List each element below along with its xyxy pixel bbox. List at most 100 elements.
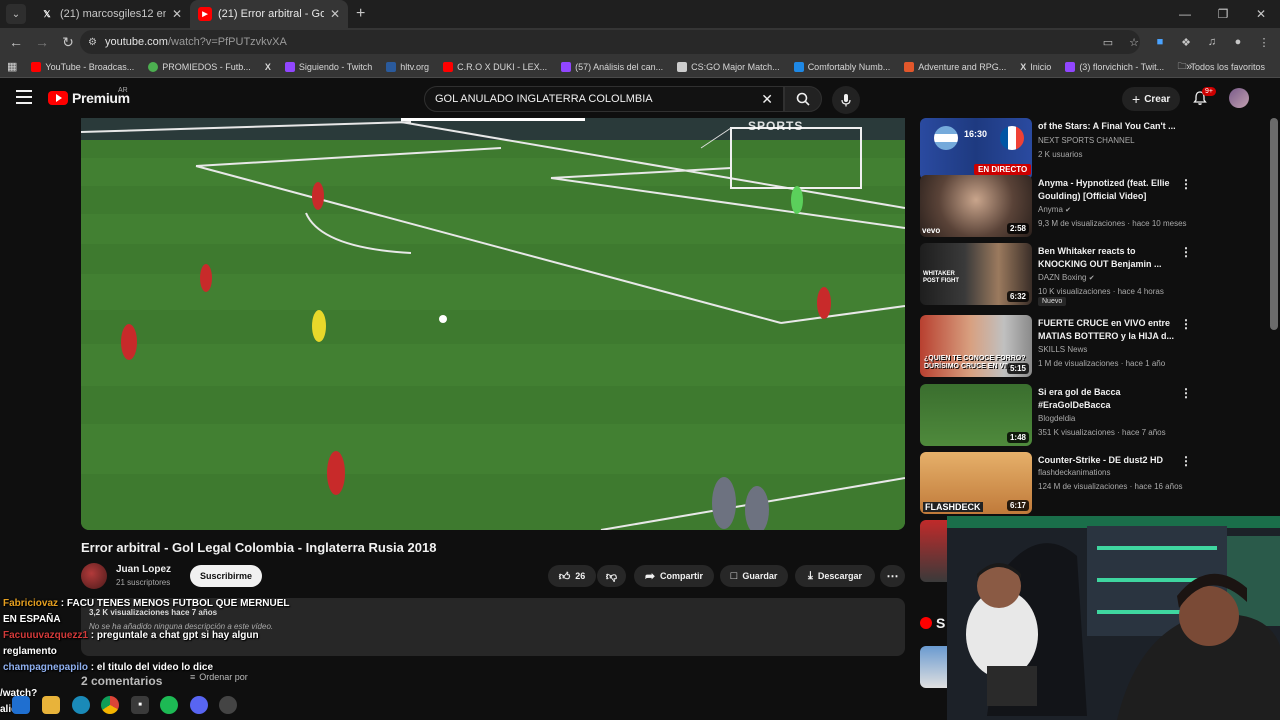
bookmark-item[interactable]: (57) Análisis del can... bbox=[554, 61, 670, 72]
extension-icon[interactable]: ■ bbox=[1150, 32, 1170, 52]
bookmark-item[interactable]: Siguiendo - Twitch bbox=[278, 61, 379, 72]
channel-avatar[interactable] bbox=[81, 563, 107, 589]
dislike-button[interactable]: 👎︎ bbox=[597, 565, 626, 587]
file-explorer-icon[interactable] bbox=[42, 696, 60, 714]
rec-title[interactable]: Si era gol de Bacca #EraGolDeBacca bbox=[1038, 386, 1178, 412]
media-icon[interactable]: ♫ bbox=[1202, 32, 1222, 52]
rec-title[interactable]: of the Stars: A Final You Can't ... bbox=[1038, 120, 1178, 133]
forward-icon[interactable]: → bbox=[30, 30, 54, 54]
video-thumbnail[interactable]: WHITAKER POST FIGHT 6:32 bbox=[920, 243, 1032, 305]
rec-more-icon[interactable]: ⋮ bbox=[1180, 317, 1192, 331]
video-thumbnail[interactable]: 16:30 EN DIRECTO bbox=[920, 118, 1032, 180]
partial-thumbnail[interactable] bbox=[920, 520, 950, 582]
chrome-icon[interactable] bbox=[101, 696, 119, 714]
bookmark-item[interactable]: Adventure and RPG... bbox=[897, 61, 1013, 72]
restore-icon[interactable]: ❐ bbox=[1204, 0, 1242, 28]
more-actions-button[interactable]: ⋯ bbox=[880, 565, 905, 587]
like-button[interactable]: 👍︎ 26 bbox=[548, 565, 596, 587]
menu-icon[interactable] bbox=[16, 90, 32, 104]
create-button[interactable]: + Crear bbox=[1122, 87, 1181, 111]
rec-more-icon[interactable]: ⋮ bbox=[1180, 386, 1192, 400]
tab-x-post[interactable]: 𝕏 (21) marcosgiles12 en X: "Corte ✕ bbox=[32, 0, 190, 28]
video-frame bbox=[81, 118, 905, 530]
video-thumbnail[interactable]: ¿QUIEN TE CONOCE FORRO? DURÍSIMO CRUCE E… bbox=[920, 315, 1032, 377]
bookmark-item[interactable]: hltv.org bbox=[379, 61, 436, 72]
bookmark-label: (57) Análisis del can... bbox=[575, 61, 664, 72]
channel-name[interactable]: Juan Lopez bbox=[116, 564, 171, 575]
search-input[interactable]: GOL ANULADO INGLATERRA COLOLMBIA ✕ bbox=[424, 86, 784, 112]
spotify-icon[interactable] bbox=[160, 696, 178, 714]
folder-icon: 🗀 bbox=[1177, 60, 1187, 71]
video-thumbnail[interactable]: vevo 2:58 bbox=[920, 175, 1032, 237]
rec-channel-name: Anyma bbox=[1038, 205, 1063, 214]
tab-search-chevron-icon[interactable]: ⌄ bbox=[6, 4, 26, 24]
recommendation-item[interactable]: 16:30 EN DIRECTO of the Stars: A Final Y… bbox=[920, 118, 1270, 180]
recommendation-item[interactable]: ¿QUIEN TE CONOCE FORRO? DURÍSIMO CRUCE E… bbox=[920, 315, 1270, 377]
save-button[interactable]: □ Guardar bbox=[720, 565, 788, 587]
subscribe-button[interactable]: Suscribirme bbox=[190, 565, 262, 587]
youtube-premium-logo[interactable]: Premium AR bbox=[48, 87, 130, 106]
rec-title[interactable]: FUERTE CRUCE en VIVO entre MATIAS BOTTER… bbox=[1038, 317, 1178, 343]
video-thumbnail[interactable]: 1:48 bbox=[920, 384, 1032, 446]
recommendation-item[interactable]: 1:48 Si era gol de Bacca #EraGolDeBacca … bbox=[920, 384, 1270, 446]
rec-more-icon[interactable]: ⋮ bbox=[1180, 454, 1192, 468]
minimize-icon[interactable]: — bbox=[1166, 0, 1204, 28]
account-avatar[interactable] bbox=[1229, 88, 1249, 108]
voice-search-button[interactable] bbox=[832, 86, 860, 114]
all-bookmarks-folder[interactable]: 🗀 Todos los favoritos bbox=[1170, 59, 1272, 75]
tab-close-icon[interactable]: ✕ bbox=[172, 7, 182, 21]
kebab-menu-icon[interactable]: ⋮ bbox=[1254, 32, 1274, 52]
video-player[interactable]: SPORTS bbox=[81, 118, 905, 530]
recommendation-item[interactable]: FLASHDECK 6:17 Counter-Strike - DE dust2… bbox=[920, 452, 1270, 514]
video-thumbnail[interactable]: FLASHDECK 6:17 bbox=[920, 452, 1032, 514]
close-window-icon[interactable]: ✕ bbox=[1242, 0, 1280, 28]
reload-icon[interactable]: ↻ bbox=[56, 30, 80, 54]
new-tab-icon[interactable]: + bbox=[356, 5, 365, 23]
bookmark-item[interactable]: YouTube - Broadcas... bbox=[24, 61, 141, 72]
youtube-icon bbox=[443, 61, 454, 72]
edge-icon[interactable] bbox=[72, 696, 90, 714]
bookmark-item[interactable]: (3) florvichich - Twit... bbox=[1058, 61, 1171, 72]
bookmark-item[interactable]: X Inicio bbox=[1013, 62, 1058, 72]
bookmark-item[interactable]: X bbox=[258, 62, 278, 72]
discord-icon[interactable] bbox=[190, 696, 208, 714]
url-bar[interactable]: ⚙ youtube.com/watch?v=PfPUTzvkvXA bbox=[80, 30, 1140, 54]
back-icon[interactable]: ← bbox=[4, 30, 28, 54]
rec-channel[interactable]: NEXT SPORTS CHANNEL bbox=[1038, 136, 1135, 145]
recommendation-item[interactable]: WHITAKER POST FIGHT 6:32 Ben Whitaker re… bbox=[920, 243, 1270, 306]
rec-channel[interactable]: Blogdeldia bbox=[1038, 414, 1075, 423]
rec-title[interactable]: Anyma - Hypnotized (feat. Ellie Goulding… bbox=[1038, 177, 1178, 203]
start-icon[interactable] bbox=[12, 696, 30, 714]
rec-channel[interactable]: Anyma ✔ bbox=[1038, 205, 1071, 214]
rec-channel[interactable]: SKILLS News bbox=[1038, 345, 1087, 354]
rec-title[interactable]: Counter-Strike - DE dust2 HD bbox=[1038, 454, 1178, 467]
rec-more-icon[interactable]: ⋮ bbox=[1180, 245, 1192, 259]
obs-icon[interactable]: ■ bbox=[131, 696, 149, 714]
share-label: Compartir bbox=[660, 571, 704, 581]
puzzle-icon[interactable]: ❖ bbox=[1176, 32, 1196, 52]
clear-search-icon[interactable]: ✕ bbox=[761, 91, 773, 108]
apps-grid-icon[interactable]: ▦ bbox=[0, 60, 24, 73]
site-info-icon[interactable]: ⚙ bbox=[88, 37, 97, 48]
share-button[interactable]: ➦ Compartir bbox=[634, 565, 714, 587]
app-icon[interactable] bbox=[219, 696, 237, 714]
recommendation-item[interactable]: vevo 2:58 Anyma - Hypnotized (feat. Elli… bbox=[920, 175, 1270, 237]
rec-channel[interactable]: flashdeckanimations bbox=[1038, 468, 1110, 477]
bookmark-item[interactable]: PROMIEDOS - Futb... bbox=[141, 61, 258, 72]
rec-channel[interactable]: DAZN Boxing ✔ bbox=[1038, 273, 1095, 282]
bookmark-item[interactable]: Comfortably Numb... bbox=[787, 61, 898, 72]
tab-youtube-video[interactable]: ▶ (21) Error arbitral - Gol Legal Co ✕ bbox=[190, 0, 348, 28]
install-app-icon[interactable]: ▭ bbox=[1098, 32, 1118, 52]
tab-close-icon[interactable]: ✕ bbox=[330, 7, 340, 21]
thumb-caption: WHITAKER POST FIGHT bbox=[923, 271, 959, 284]
search-button[interactable] bbox=[784, 86, 822, 112]
download-button[interactable]: ⤓ Descargar bbox=[795, 565, 875, 587]
bookmark-star-icon[interactable]: ☆ bbox=[1124, 32, 1144, 52]
partial-thumbnail[interactable] bbox=[920, 646, 950, 688]
rec-title[interactable]: Ben Whitaker reacts to KNOCKING OUT Benj… bbox=[1038, 245, 1178, 271]
profile-icon[interactable]: ● bbox=[1228, 32, 1248, 52]
rec-more-icon[interactable]: ⋮ bbox=[1180, 177, 1192, 191]
bookmark-item[interactable]: CS:GO Major Match... bbox=[670, 61, 787, 72]
sidebar-scrollbar[interactable] bbox=[1270, 118, 1278, 330]
bookmark-item[interactable]: C.R.O X DUKI - LEX... bbox=[436, 61, 554, 72]
